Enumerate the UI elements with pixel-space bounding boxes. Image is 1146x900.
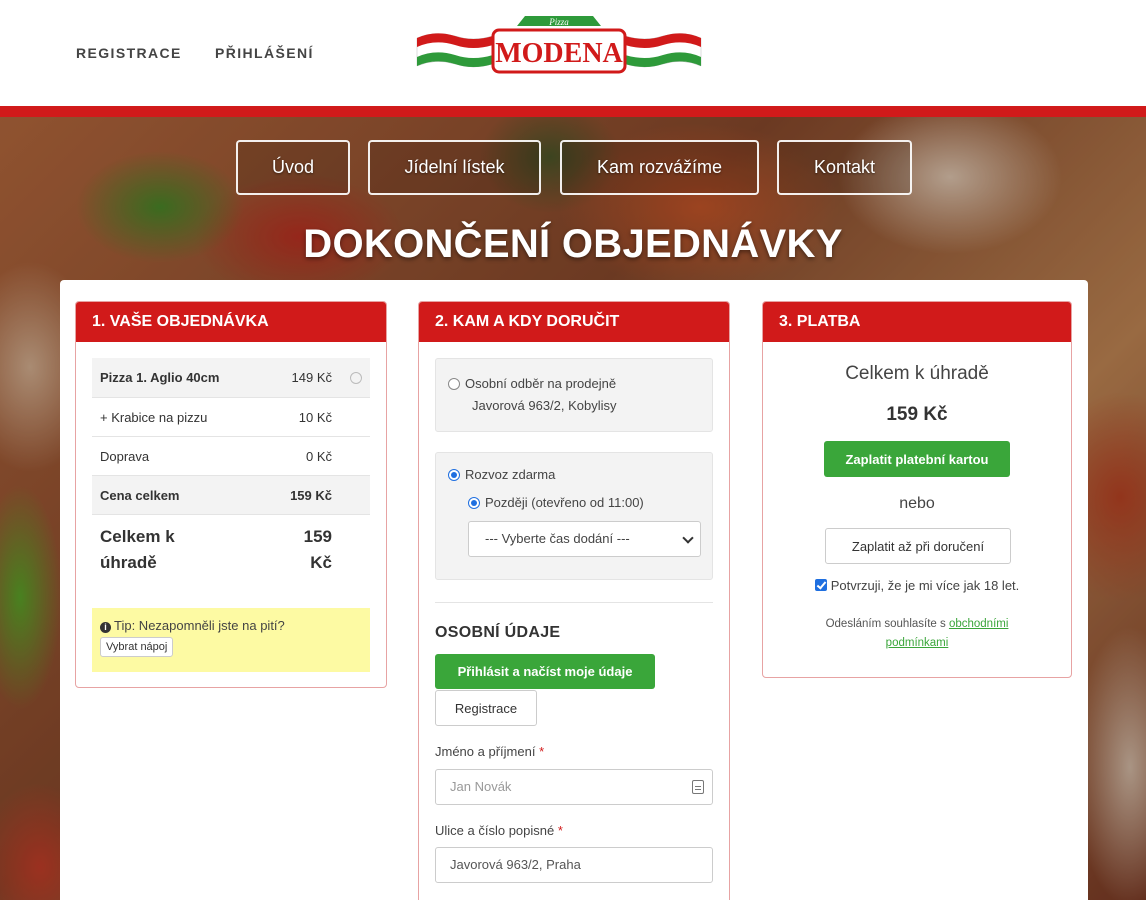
- name-label: Jméno a příjmení *: [435, 744, 544, 759]
- later-option[interactable]: Později (otevřeno od 11:00): [468, 495, 644, 510]
- remove-item-icon[interactable]: [350, 371, 362, 384]
- payment-panel: 3. PLATBA Celkem k úhradě 159 Kč Zaplati…: [762, 301, 1072, 678]
- table-row: Pizza 1. Aglio 40cm 149 Kč: [92, 358, 370, 398]
- subtotal-label: Cena celkem: [100, 487, 180, 503]
- tip-text: Tip: Nezapomněli jste na pití?: [114, 618, 285, 633]
- drink-tip: i Tip: Nezapomněli jste na pití? Vybrat n…: [92, 608, 370, 672]
- free-delivery-label: Rozvoz zdarma: [465, 467, 556, 482]
- page-title: DOKONČENÍ OBJEDNÁVKY: [303, 222, 843, 266]
- pay-by-card-button[interactable]: Zaplatit platební kartou: [824, 441, 1010, 477]
- svg-text:MODENA: MODENA: [495, 38, 623, 69]
- shipping-price: 0 Kč: [305, 448, 332, 464]
- order-panel-heading: 1. VAŠE OBJEDNÁVKA: [76, 302, 386, 342]
- login-link[interactable]: PŘIHLÁŠENÍ: [215, 45, 314, 61]
- total-label: Celkem k úhradě: [100, 524, 175, 576]
- terms-link[interactable]: podmínkami: [886, 637, 949, 649]
- order-panel: 1. VAŠE OBJEDNÁVKA Pizza 1. Aglio 40cm 1…: [75, 301, 387, 688]
- age-confirm-text: Potvrzuji, že je mi více jak 18 let.: [830, 578, 1020, 593]
- payment-total-value: 159 Kč: [886, 404, 948, 425]
- contact-card-icon[interactable]: [692, 780, 704, 794]
- total-label-line1: Celkem k: [100, 527, 175, 546]
- required-mark: *: [539, 744, 545, 759]
- free-delivery-radio[interactable]: [448, 469, 460, 481]
- name-label-text: Jméno a příjmení: [435, 744, 536, 759]
- svg-text:Pizza: Pizza: [548, 17, 569, 27]
- pay-on-delivery-button[interactable]: Zaplatit až při doručení: [825, 528, 1011, 564]
- delivery-time-value: --- Vyberte čas dodání ---: [485, 531, 630, 546]
- age-confirm[interactable]: Potvrzuji, že je mi více jak 18 let.: [763, 578, 1071, 593]
- delivery-time-select[interactable]: --- Vyberte čas dodání ---: [468, 521, 701, 557]
- name-input[interactable]: Jan Novák: [435, 769, 713, 805]
- register-link[interactable]: REGISTRACE: [76, 45, 182, 61]
- pickup-address: Javorová 963/2, Kobylisy: [472, 398, 617, 413]
- table-row: Doprava 0 Kč: [92, 437, 370, 476]
- later-radio[interactable]: [468, 497, 480, 509]
- terms-link[interactable]: obchodními: [949, 618, 1008, 630]
- section-divider: [435, 602, 713, 603]
- item-price: 149 Kč: [292, 370, 362, 385]
- choose-drink-button[interactable]: Vybrat nápoj: [100, 637, 174, 657]
- item-price-text: 149 Kč: [291, 370, 332, 385]
- subtotal-value: 159 Kč: [290, 487, 332, 503]
- or-text: nebo: [899, 495, 935, 512]
- name-placeholder: Jan Novák: [450, 779, 512, 794]
- order-table: Pizza 1. Aglio 40cm 149 Kč + Krabice na …: [92, 358, 370, 585]
- street-label: Ulice a číslo popisné *: [435, 823, 563, 838]
- delivery-option: Rozvoz zdarma Později (otevřeno od 11:00…: [435, 452, 713, 580]
- later-label: Později (otevřeno od 11:00): [485, 495, 644, 510]
- nav-menu[interactable]: Jídelní lístek: [368, 140, 541, 195]
- street-input[interactable]: Javorová 963/2, Praha: [435, 847, 713, 883]
- info-icon: i: [100, 622, 111, 633]
- pickup-label: Osobní odběr na prodejně: [465, 376, 617, 391]
- total-value-line2: Kč: [310, 553, 332, 572]
- register-button[interactable]: Registrace: [435, 690, 537, 726]
- delivery-panel: 2. KAM A KDY DORUČIT Osobní odběr na pro…: [418, 301, 730, 900]
- item-name: + Krabice na pizzu: [100, 409, 208, 425]
- nav-home[interactable]: Úvod: [236, 140, 350, 195]
- total-value-line1: 159: [303, 527, 332, 546]
- free-delivery-option[interactable]: Rozvoz zdarma: [448, 467, 555, 482]
- table-row: + Krabice na pizzu 10 Kč: [92, 398, 370, 437]
- login-load-details-button[interactable]: Přihlásit a načíst moje údaje: [435, 654, 655, 689]
- total-value: 159 Kč: [304, 524, 362, 576]
- total-label-line2: úhradě: [100, 553, 157, 572]
- checkout-card: 1. VAŠE OBJEDNÁVKA Pizza 1. Aglio 40cm 1…: [60, 280, 1088, 900]
- nav-contact[interactable]: Kontakt: [777, 140, 912, 195]
- payment-total-label: Celkem k úhradě: [845, 363, 989, 384]
- personal-details-heading: OSOBNÍ ÚDAJE: [435, 624, 561, 641]
- pickup-option[interactable]: Osobní odběr na prodejně Javorová 963/2,…: [435, 358, 713, 432]
- payment-panel-heading: 3. PLATBA: [763, 302, 1071, 342]
- pickup-radio[interactable]: [448, 378, 460, 390]
- header-divider: [0, 106, 1146, 117]
- required-mark: *: [557, 823, 563, 838]
- terms-note: Odesláním souhlasíte s obchodními podmín…: [763, 615, 1071, 653]
- terms-prefix: Odesláním souhlasíte s: [825, 618, 946, 630]
- modena-logo[interactable]: Pizza MODENA: [415, 12, 703, 74]
- street-label-text: Ulice a číslo popisné: [435, 823, 555, 838]
- total-row: Celkem k úhradě 159 Kč: [92, 515, 370, 585]
- item-name: Pizza 1. Aglio 40cm: [100, 370, 220, 385]
- delivery-panel-heading: 2. KAM A KDY DORUČIT: [419, 302, 729, 342]
- item-price: 10 Kč: [298, 409, 332, 425]
- chevron-down-icon: [682, 532, 694, 544]
- age-confirm-checkbox[interactable]: [814, 579, 827, 591]
- nav-delivery-area[interactable]: Kam rozvážíme: [560, 140, 759, 195]
- header: REGISTRACE PŘIHLÁŠENÍ Pizza MODENA: [0, 0, 1146, 106]
- table-row: Cena celkem 159 Kč: [92, 476, 370, 515]
- shipping-label: Doprava: [100, 448, 150, 464]
